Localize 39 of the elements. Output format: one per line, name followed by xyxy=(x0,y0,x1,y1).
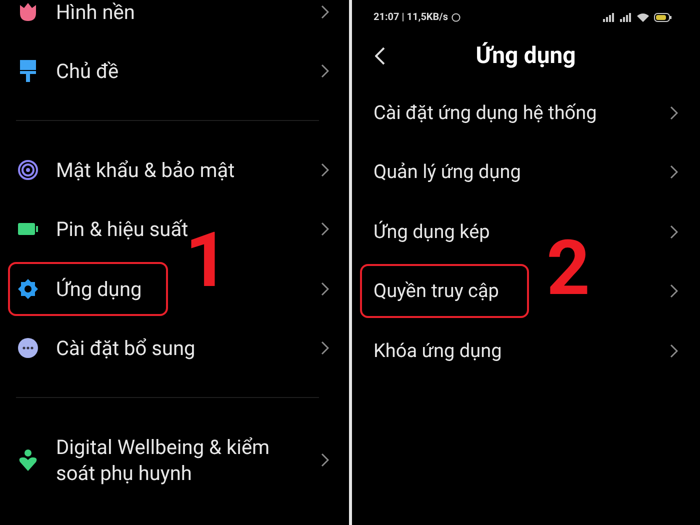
status-time: 21:07 | 11,5KB/s xyxy=(374,10,448,24)
settings-item[interactable]: Cài đặt bổ sung xyxy=(8,321,222,376)
flower-icon xyxy=(18,2,38,21)
settings-item[interactable]: Chủ đề xyxy=(8,44,145,98)
chevron-icon xyxy=(670,224,678,239)
brush-icon xyxy=(19,60,37,82)
chevron-icon xyxy=(670,106,678,120)
chevron-icon xyxy=(670,344,678,358)
signal-icon xyxy=(603,12,615,22)
page-title: Ứng dụng xyxy=(476,40,576,71)
settings-item[interactable]: Quản lý ứng dụng xyxy=(360,145,551,200)
settings-item[interactable]: Mật khẩu & bảo mật xyxy=(8,142,261,197)
person-heart-icon xyxy=(19,449,37,471)
more-icon xyxy=(18,338,38,358)
fingerprint-icon xyxy=(18,160,38,180)
signal-icon xyxy=(620,12,632,22)
chevron-icon xyxy=(320,282,328,296)
alarm-icon xyxy=(451,12,462,22)
gear-icon xyxy=(18,278,38,299)
chevron-icon xyxy=(320,162,328,177)
settings-item[interactable]: Quyền truy cập xyxy=(360,264,529,318)
settings-item[interactable]: Ứng dụng kép xyxy=(360,204,520,259)
battery-icon xyxy=(654,12,672,22)
chevron-icon xyxy=(320,341,328,356)
chevron-icon xyxy=(320,453,328,467)
settings-item[interactable]: Cài đặt ứng dụng hệ thống xyxy=(360,86,627,140)
step-number: 2 xyxy=(546,230,590,306)
back-icon[interactable] xyxy=(374,47,384,65)
chevron-icon xyxy=(670,165,678,180)
chevron-icon xyxy=(320,64,328,78)
settings-item[interactable]: Digital Wellbeing & kiểm soát phụ huynh xyxy=(8,420,312,500)
chevron-icon xyxy=(320,222,328,236)
chevron-icon xyxy=(670,284,678,298)
chevron-icon xyxy=(320,4,328,19)
battery-icon xyxy=(18,223,38,236)
wifi-icon xyxy=(637,12,649,22)
settings-item[interactable]: Ứng dụng xyxy=(8,262,168,316)
settings-item[interactable]: Hình nền xyxy=(8,0,161,39)
settings-item[interactable]: Khóa ứng dụng xyxy=(360,324,532,378)
